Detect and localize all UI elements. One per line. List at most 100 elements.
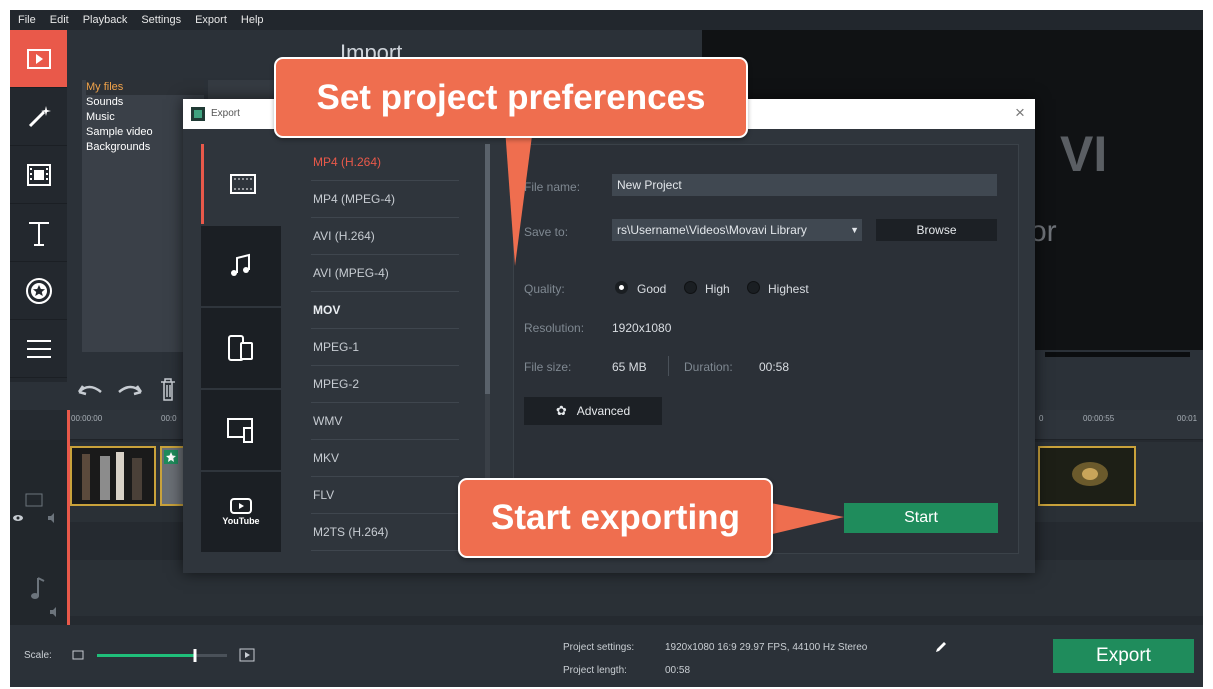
tab-devices[interactable] bbox=[201, 308, 281, 388]
tool-rail bbox=[10, 30, 67, 382]
quality-good-label: Good bbox=[637, 282, 667, 296]
preview-logo-fragment: VI bbox=[1060, 126, 1108, 182]
quality-highest-label: Highest bbox=[768, 282, 809, 296]
menu-settings[interactable]: Settings bbox=[133, 10, 187, 26]
youtube-label: YouTube bbox=[222, 516, 260, 526]
menu-icon bbox=[26, 339, 51, 358]
menu-playback[interactable]: Playback bbox=[75, 10, 134, 26]
advanced-button[interactable]: ✿ Advanced bbox=[524, 397, 662, 425]
rail-filters-button[interactable] bbox=[10, 88, 67, 146]
save-to-value: rs\Username\Videos\Movavi Library bbox=[617, 223, 807, 237]
callout-set-project-preferences: Set project preferences bbox=[274, 57, 748, 138]
video-clip[interactable] bbox=[1038, 446, 1136, 506]
export-target-tabs: YouTube bbox=[201, 144, 281, 554]
chevron-down-icon: ▼ bbox=[850, 225, 859, 235]
app-icon bbox=[191, 107, 205, 121]
ruler-label: 00:0 bbox=[161, 414, 177, 423]
tv-icon bbox=[227, 418, 253, 443]
callout-top-pointer bbox=[505, 128, 533, 266]
browse-button[interactable]: Browse bbox=[876, 219, 997, 241]
rail-import-button[interactable] bbox=[10, 30, 67, 88]
format-scrollbar-thumb[interactable] bbox=[485, 144, 490, 394]
film-icon bbox=[26, 163, 51, 186]
track-header-icons bbox=[13, 493, 56, 617]
youtube-icon bbox=[230, 498, 252, 514]
video-clip[interactable] bbox=[70, 446, 156, 506]
resolution-label: Resolution: bbox=[524, 321, 585, 335]
pencil-icon[interactable] bbox=[934, 640, 948, 654]
format-avi-h264[interactable]: AVI (H.264) bbox=[311, 218, 459, 255]
gear-icon: ✿ bbox=[555, 403, 567, 418]
menu-bar: File Edit Playback Settings Export Help bbox=[10, 10, 1203, 30]
clip-thumbnail bbox=[82, 452, 142, 500]
quality-highest-radio[interactable] bbox=[747, 281, 760, 294]
ruler-label: 0 bbox=[1039, 414, 1044, 423]
track-headers bbox=[10, 440, 67, 625]
callout-start-exporting: Start exporting bbox=[458, 478, 773, 558]
dialog-title: Export bbox=[211, 108, 240, 119]
text-icon bbox=[28, 221, 49, 246]
format-m2ts-h264[interactable]: M2TS (H.264) bbox=[311, 514, 459, 551]
scale-label: Scale: bbox=[24, 650, 52, 661]
quality-high-label: High bbox=[705, 282, 730, 296]
tab-audio-files[interactable] bbox=[201, 226, 281, 306]
clip-thumbnail bbox=[1040, 448, 1134, 504]
quality-good-radio[interactable] bbox=[615, 281, 628, 294]
project-settings-label: Project settings: bbox=[563, 642, 635, 653]
scale-slider[interactable] bbox=[70, 647, 260, 665]
category-my-files[interactable]: My files bbox=[86, 80, 204, 95]
rail-transitions-button[interactable] bbox=[10, 146, 67, 204]
ruler-label: 00:00:55 bbox=[1083, 414, 1115, 423]
tab-tv[interactable] bbox=[201, 390, 281, 470]
ruler-label: 00:00:00 bbox=[71, 414, 103, 423]
menu-edit[interactable]: Edit bbox=[42, 10, 75, 26]
project-settings-value: 1920x1080 16:9 29.97 FPS, 44100 Hz Stere… bbox=[665, 642, 868, 653]
menu-export[interactable]: Export bbox=[187, 10, 233, 26]
preview-scrub-bar[interactable] bbox=[1045, 352, 1190, 357]
star-icon bbox=[164, 450, 178, 464]
start-button[interactable]: Start bbox=[844, 503, 998, 533]
project-length-label: Project length: bbox=[563, 665, 627, 676]
format-mkv[interactable]: MKV bbox=[311, 440, 459, 477]
format-flv[interactable]: FLV bbox=[311, 477, 459, 514]
format-list: MP4 (H.264) MP4 (MPEG-4) AVI (H.264) AVI… bbox=[311, 144, 459, 554]
edit-toolbar-icons bbox=[77, 378, 175, 401]
rail-stickers-button[interactable] bbox=[10, 262, 67, 320]
music-note-icon bbox=[231, 253, 250, 276]
close-icon[interactable]: × bbox=[1015, 103, 1025, 123]
export-button[interactable]: Export bbox=[1053, 639, 1194, 673]
advanced-label: Advanced bbox=[576, 404, 631, 418]
duration-value: 00:58 bbox=[759, 360, 790, 374]
video-file-icon bbox=[229, 174, 256, 194]
playhead[interactable] bbox=[67, 410, 70, 625]
resolution-value: 1920x1080 bbox=[612, 321, 672, 335]
quality-label: Quality: bbox=[524, 282, 565, 296]
rail-more-tools-button[interactable] bbox=[10, 320, 67, 378]
project-length-value: 00:58 bbox=[665, 665, 691, 676]
format-mp4-mpeg4[interactable]: MP4 (MPEG-4) bbox=[311, 181, 459, 218]
menu-help[interactable]: Help bbox=[233, 10, 270, 26]
file-name-input[interactable]: New Project bbox=[612, 174, 997, 196]
import-icon bbox=[26, 48, 51, 69]
format-avi-mpeg4[interactable]: AVI (MPEG-4) bbox=[311, 255, 459, 292]
divider bbox=[668, 356, 669, 376]
sticker-icon bbox=[25, 277, 52, 304]
format-mov[interactable]: MOV bbox=[311, 292, 459, 329]
duration-label: Duration: bbox=[684, 360, 733, 374]
format-mpeg1[interactable]: MPEG-1 bbox=[311, 329, 459, 366]
rail-titles-button[interactable] bbox=[10, 204, 67, 262]
ruler-label: 00:01 bbox=[1177, 414, 1198, 423]
format-mp4-h264[interactable]: MP4 (H.264) bbox=[311, 144, 459, 181]
quality-high-radio[interactable] bbox=[684, 281, 697, 294]
format-mpeg2[interactable]: MPEG-2 bbox=[311, 366, 459, 403]
tab-video-files[interactable] bbox=[201, 144, 281, 224]
file-size-value: 65 MB bbox=[612, 360, 647, 374]
format-wmv[interactable]: WMV bbox=[311, 403, 459, 440]
menu-file[interactable]: File bbox=[10, 10, 42, 26]
magic-wand-icon bbox=[28, 105, 51, 127]
file-size-label: File size: bbox=[524, 360, 572, 374]
bottom-bar: Scale: Project settings: 1920x1080 16:9 … bbox=[10, 625, 1203, 687]
tab-youtube[interactable]: YouTube bbox=[201, 472, 281, 552]
save-to-select[interactable]: rs\Username\Videos\Movavi Library ▼ bbox=[612, 219, 862, 241]
devices-icon bbox=[228, 335, 253, 361]
